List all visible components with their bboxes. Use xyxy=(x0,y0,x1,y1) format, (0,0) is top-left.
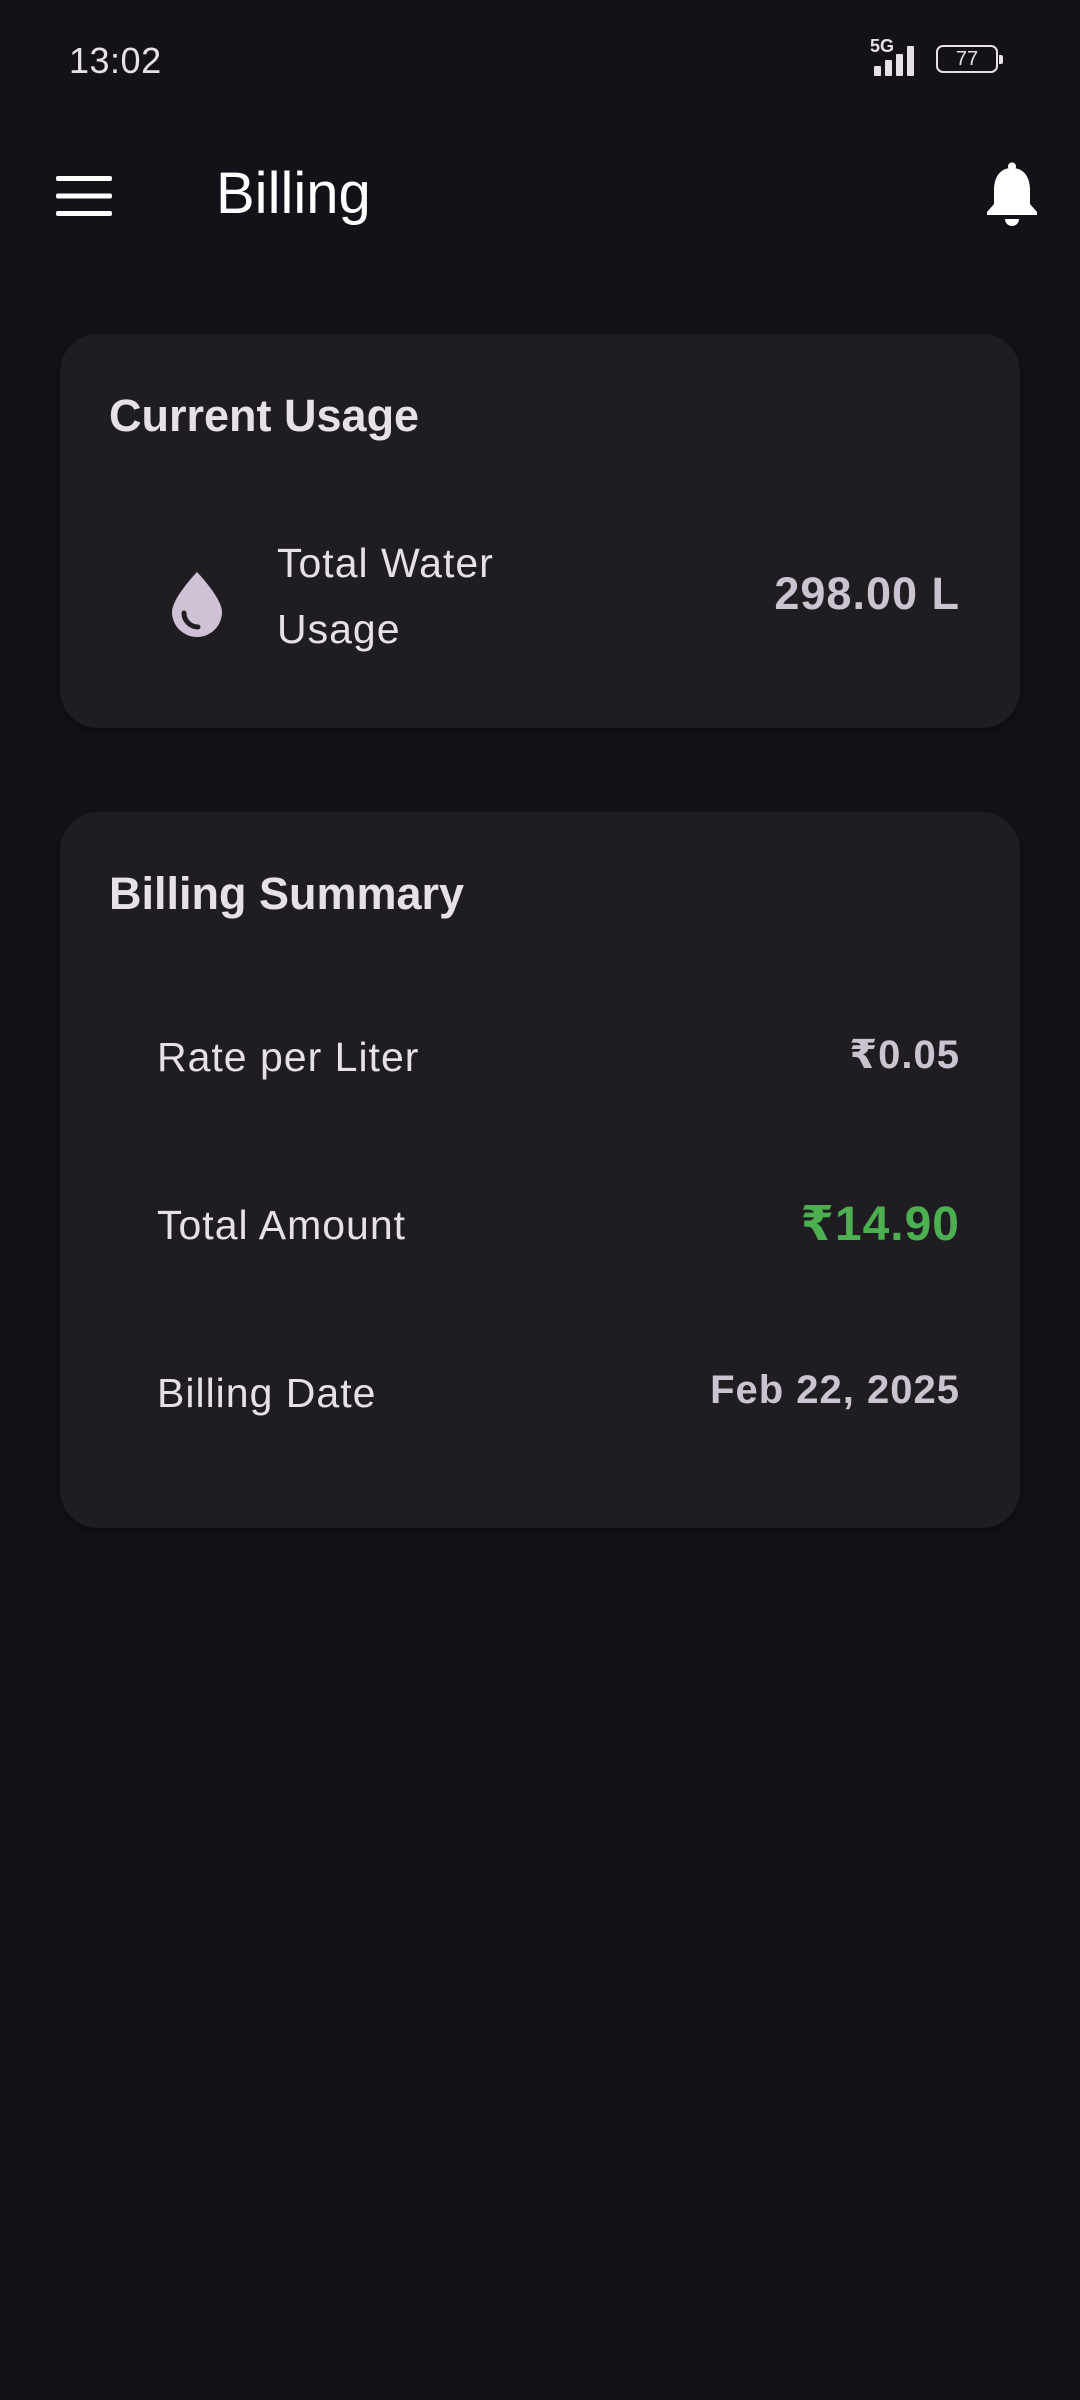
hamburger-menu-icon xyxy=(56,176,112,216)
bell-icon xyxy=(987,162,1037,226)
billing-date-row: Billing Date Feb 22, 2025 xyxy=(60,1356,1020,1436)
top-app-bar: Billing xyxy=(0,124,1080,260)
rate-per-liter-row: Rate per Liter ₹0.05 xyxy=(60,1020,1020,1100)
page-title: Billing xyxy=(216,161,371,226)
total-water-usage-row: Total Water Usage 298.00 L xyxy=(60,524,1020,674)
status-time: 13:02 xyxy=(69,40,162,81)
billing-screen: 13:02 5G 77 Billing Current Usage Total … xyxy=(0,0,1080,2400)
status-bar: 13:02 5G 77 xyxy=(0,0,1080,124)
total-amount-label: Total Amount xyxy=(157,1202,407,1248)
notifications-button[interactable] xyxy=(964,146,1060,242)
signal-5g-icon: 5G xyxy=(870,36,920,78)
menu-button[interactable] xyxy=(40,152,128,240)
current-usage-title: Current Usage xyxy=(109,390,420,441)
rate-per-liter-label: Rate per Liter xyxy=(157,1034,420,1080)
status-icons: 5G 77 xyxy=(870,36,1003,78)
billing-date-label: Billing Date xyxy=(157,1370,377,1416)
total-water-usage-value: 298.00 L xyxy=(774,568,960,619)
battery-icon: 77 xyxy=(936,45,1003,73)
total-amount-value: ₹14.90 xyxy=(800,1198,960,1251)
billing-summary-title: Billing Summary xyxy=(109,868,465,919)
total-water-usage-label: Total Water Usage xyxy=(277,540,494,652)
billing-date-value: Feb 22, 2025 xyxy=(710,1368,960,1412)
battery-level: 77 xyxy=(955,48,979,70)
total-amount-row: Total Amount ₹14.90 xyxy=(60,1188,1020,1268)
rate-per-liter-value: ₹0.05 xyxy=(849,1033,960,1077)
water-drop-icon xyxy=(172,572,222,637)
current-usage-card: Current Usage Total Water Usage 298.00 L xyxy=(60,334,1020,728)
billing-summary-card: Billing Summary Rate per Liter ₹0.05 Tot… xyxy=(60,812,1020,1528)
